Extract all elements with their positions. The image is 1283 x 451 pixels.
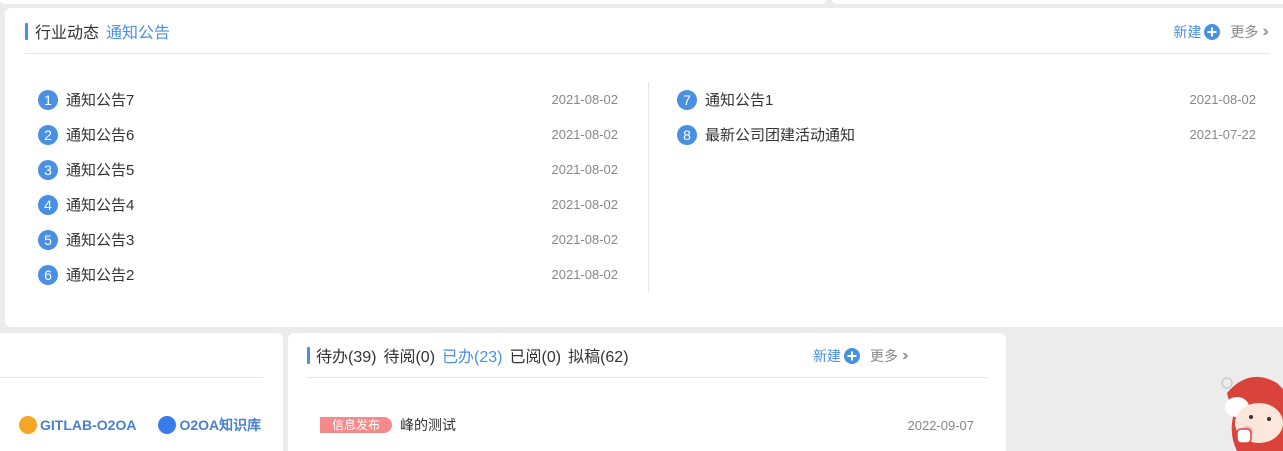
notice-title: 通知公告5: [66, 162, 135, 179]
notice-item[interactable]: 6 通知公告2 2021-08-02: [38, 257, 618, 292]
new-label: 新建: [1173, 24, 1202, 40]
notice-title: 通知公告6: [66, 127, 135, 144]
double-chevron-right-icon: ››: [1262, 23, 1268, 40]
notice-title: 最新公司团建活动通知: [705, 127, 856, 144]
tab-todo[interactable]: 待办(39): [316, 343, 376, 367]
rank-badge: 5: [38, 229, 58, 250]
more-task-button[interactable]: 更多 ››: [870, 346, 908, 366]
link-label: GITLAB-O2OA: [40, 417, 137, 433]
quick-links: GITLAB-O2OA O2OA知识库: [19, 415, 283, 435]
more-label: 更多: [870, 348, 898, 364]
notice-date: 2021-08-02: [551, 162, 619, 177]
quick-links-card: GITLAB-O2OA O2OA知识库: [0, 333, 283, 451]
notice-date: 2021-08-02: [551, 197, 619, 212]
task-actions: 新建 更多 ››: [813, 346, 908, 366]
new-label: 新建: [813, 348, 841, 364]
more-label: 更多: [1230, 24, 1259, 40]
notice-item[interactable]: 2 通知公告6 2021-08-02: [38, 117, 618, 152]
title-accent-bar: [25, 22, 28, 40]
notice-item[interactable]: 4 通知公告4 2021-08-02: [38, 187, 618, 222]
tab-to-read[interactable]: 待阅(0): [383, 343, 435, 367]
links-divider: [0, 377, 263, 378]
tab-done[interactable]: 已办(23): [442, 343, 502, 367]
notice-title: 通知公告3: [66, 232, 135, 249]
header-divider: [307, 377, 987, 378]
notice-header: 行业动态 通知公告: [25, 16, 177, 46]
tab-industry-news[interactable]: 行业动态: [35, 19, 99, 43]
category-tag: 信息发布: [320, 417, 393, 433]
link-gitlab[interactable]: GITLAB-O2OA: [19, 416, 136, 434]
rank-badge: 6: [38, 264, 58, 285]
notice-date: 2021-07-22: [1189, 127, 1257, 142]
notice-actions: 新建 更多 ››: [1173, 22, 1269, 42]
notice-title: 通知公告2: [66, 267, 135, 284]
notice-item[interactable]: 5 通知公告3 2021-08-02: [38, 222, 618, 257]
mascot-icon[interactable]: [1215, 365, 1283, 451]
tab-read[interactable]: 已阅(0): [510, 343, 562, 367]
top-strip: [832, 0, 1283, 4]
title-accent-bar: [307, 346, 310, 364]
notice-list-right: 7 通知公告1 2021-08-02 8 最新公司团建活动通知 2021-07-…: [677, 82, 1256, 152]
rank-badge: 8: [677, 124, 697, 145]
tab-announcements[interactable]: 通知公告: [106, 19, 170, 43]
task-card: 待办(39) 待阅(0) 已办(23) 已阅(0) 拟稿(62) 新建 更多 ›…: [288, 333, 1006, 451]
notice-date: 2021-08-02: [1189, 92, 1257, 107]
notice-item[interactable]: 1 通知公告7 2021-08-02: [38, 82, 618, 117]
rank-badge: 3: [38, 159, 58, 180]
double-chevron-right-icon: ››: [902, 347, 908, 364]
notice-date: 2021-08-02: [551, 127, 619, 142]
header-divider: [25, 53, 1270, 54]
notice-item[interactable]: 8 最新公司团建活动通知 2021-07-22: [677, 117, 1256, 152]
tab-drafts[interactable]: 拟稿(62): [568, 343, 628, 367]
notice-title: 通知公告1: [705, 92, 774, 109]
top-strip: [0, 0, 826, 4]
notice-title: 通知公告4: [66, 197, 135, 214]
link-label: O2OA知识库: [179, 417, 262, 433]
rank-badge: 7: [677, 89, 697, 110]
notice-date: 2021-08-02: [551, 232, 619, 247]
task-date: 2022-09-07: [907, 417, 975, 433]
notice-card: 行业动态 通知公告 新建 更多 ›› 1 通知公告7 2021-08-02 2 …: [5, 8, 1283, 327]
notice-list-left: 1 通知公告7 2021-08-02 2 通知公告6 2021-08-02 3 …: [38, 82, 618, 292]
link-knowledge-base[interactable]: O2OA知识库: [158, 415, 261, 435]
notice-date: 2021-08-02: [551, 92, 619, 107]
notice-title: 通知公告7: [66, 92, 135, 109]
column-divider: [648, 82, 649, 292]
new-notice-button[interactable]: 新建: [1173, 22, 1221, 42]
task-title: 峰的测试: [400, 417, 457, 433]
link-dot-icon: [158, 416, 177, 434]
rank-badge: 2: [38, 124, 58, 145]
rank-badge: 1: [38, 89, 58, 110]
plus-circle-icon: [1204, 24, 1221, 40]
notice-item[interactable]: 3 通知公告5 2021-08-02: [38, 152, 618, 187]
more-notice-button[interactable]: 更多 ››: [1230, 22, 1268, 42]
link-dot-icon: [19, 416, 37, 434]
task-header: 待办(39) 待阅(0) 已办(23) 已阅(0) 拟稿(62): [307, 340, 636, 370]
new-task-button[interactable]: 新建: [813, 346, 860, 366]
notice-item[interactable]: 7 通知公告1 2021-08-02: [677, 82, 1256, 117]
notice-date: 2021-08-02: [551, 267, 619, 282]
rank-badge: 4: [38, 194, 58, 215]
task-item[interactable]: 信息发布 峰的测试 2022-09-07: [320, 413, 974, 437]
plus-circle-icon: [844, 348, 860, 364]
